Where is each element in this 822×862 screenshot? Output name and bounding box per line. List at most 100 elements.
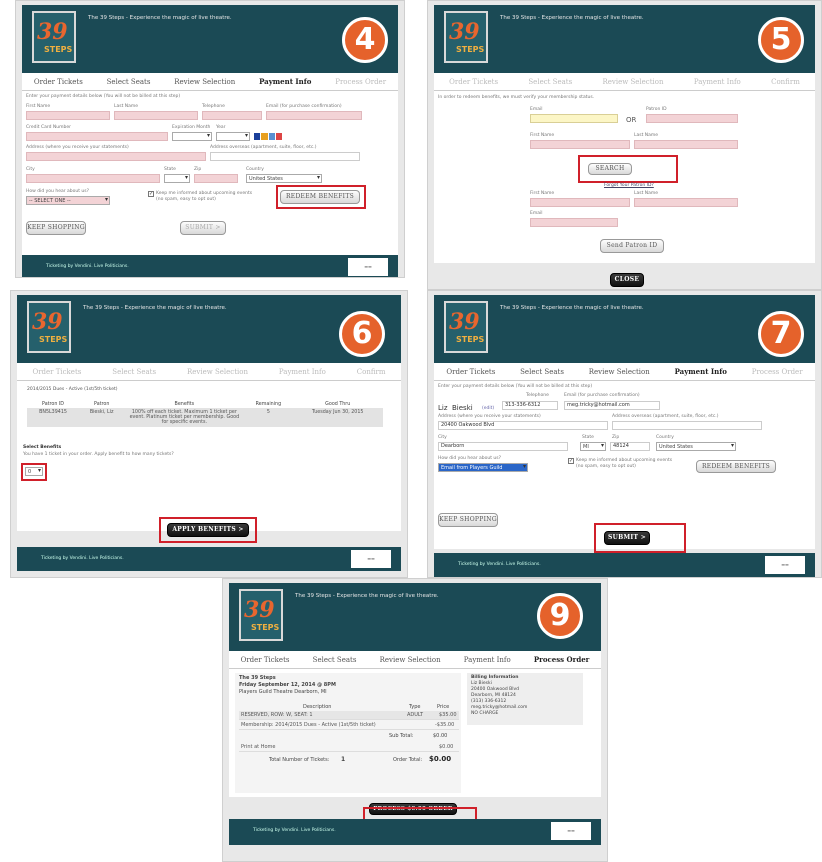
show-date: Friday September 12, 2014 @ 8PM [239, 682, 336, 688]
tab-payment-info[interactable]: Payment Info [675, 367, 727, 376]
benefits-table: Patron ID Patron Benefits Remaining Good… [27, 401, 383, 427]
tab-review-selection[interactable]: Review Selection [589, 368, 650, 376]
first-name-label: First Name [26, 104, 51, 109]
tab-review-selection[interactable]: Review Selection [174, 78, 235, 86]
country-select[interactable]: United States [656, 442, 736, 451]
forgot-last-name-field[interactable] [634, 198, 738, 207]
tab-order-tickets[interactable]: Order Tickets [34, 78, 83, 86]
logo: 39 STEPS [239, 589, 283, 641]
lookup-first-name-field[interactable] [530, 140, 630, 149]
card-number-field[interactable] [26, 132, 168, 141]
hear-select[interactable]: -- SELECT ONE -- [26, 196, 110, 205]
zip-field[interactable] [194, 174, 238, 183]
address2-field[interactable] [612, 421, 762, 430]
country-select[interactable]: United States [246, 174, 322, 183]
benefits-lookup: Order Tickets Select Seats Review Select… [434, 73, 815, 263]
telephone-field[interactable] [202, 111, 262, 120]
col-remaining: Remaining [255, 402, 282, 407]
tab-process-order[interactable]: Process Order [534, 655, 589, 664]
forgot-patron-id-link[interactable]: Forgot Your Patron ID? [604, 183, 654, 188]
billing-email: meg.tricky@hotmail.com [471, 705, 528, 710]
address-field[interactable]: 20400 Oakwood Blvd [438, 421, 608, 430]
exp-year-select[interactable] [216, 132, 250, 141]
keep-informed-checkbox[interactable]: ✓ [148, 191, 154, 197]
tagline: The 39 Steps - Experience the magic of l… [83, 305, 227, 311]
keep-informed-checkbox[interactable]: ✓ [568, 458, 574, 464]
step-number-badge: 7 [758, 311, 804, 357]
highlight-box [159, 517, 257, 543]
total-tickets-value: 1 [341, 756, 346, 763]
forgot-first-name-field[interactable] [530, 198, 630, 207]
tab-review-selection[interactable]: Review Selection [380, 656, 441, 664]
instructions: Enter your payment details below (You wi… [438, 384, 593, 389]
last-name-label: Last Name [634, 191, 659, 196]
redeem-benefits-button[interactable]: REDEEM BENEFITS [696, 460, 776, 473]
site-footer: Ticketing by Vendini. Live Politicians. … [22, 255, 398, 277]
tab-payment-info[interactable]: Payment Info [464, 656, 511, 664]
lookup-last-name-field[interactable] [634, 140, 738, 149]
address2-field[interactable] [210, 152, 360, 161]
city-field[interactable]: Dearborn [438, 442, 568, 451]
tab-select-seats[interactable]: Select Seats [313, 656, 357, 664]
last-name-label: Last Name [114, 104, 139, 109]
exp-month-select[interactable] [172, 132, 212, 141]
first-name-field[interactable] [26, 111, 110, 120]
vendor-logo: ▬▬ [765, 556, 805, 574]
forgot-email-field[interactable] [530, 218, 618, 227]
billing-phone: (313) 336-6312 [471, 699, 507, 704]
billing-charge: NO CHARGE [471, 711, 499, 716]
tab-select-seats: Select Seats [528, 77, 573, 86]
last-name-label: Last Name [634, 133, 659, 138]
first-name-value: Liz [438, 404, 448, 412]
telephone-field[interactable]: 313-336-6312 [502, 401, 558, 410]
tab-select-seats[interactable]: Select Seats [520, 368, 564, 376]
send-patron-id-button[interactable]: Send Patron ID [600, 239, 664, 253]
checkout-tabs: Order Tickets Select Seats Review Select… [22, 73, 398, 91]
tab-order-tickets: Order Tickets [32, 367, 82, 376]
zip-field[interactable]: 48124 [610, 442, 650, 451]
tab-select-seats[interactable]: Select Seats [107, 78, 151, 86]
order-total-label: Order Total: [393, 757, 423, 763]
instructions: Enter your payment details below (You wi… [26, 94, 181, 99]
tab-payment-info[interactable]: Payment Info [259, 77, 311, 86]
state-label: State [164, 167, 176, 172]
city-field[interactable] [26, 174, 160, 183]
telephone-label: Telephone [526, 393, 549, 398]
site-footer: Ticketing by Vendini. Live Politicians. … [434, 553, 815, 577]
highlight-box [276, 185, 366, 209]
patron-id-label: Patron ID [646, 107, 667, 112]
address-field[interactable] [26, 152, 206, 161]
tab-order-tickets[interactable]: Order Tickets [241, 656, 290, 664]
highlight-box [21, 463, 47, 481]
checkout-tabs: Order Tickets Select Seats Review Select… [17, 363, 401, 381]
keep-shopping-button[interactable]: KEEP SHOPPING [26, 221, 86, 235]
state-select[interactable]: MI [580, 442, 606, 451]
patron-id-field[interactable] [646, 114, 738, 123]
subtotal-value: $0.00 [433, 733, 448, 739]
tab-review-selection: Review Selection [187, 367, 248, 376]
state-select[interactable] [164, 174, 190, 183]
footer-text: Ticketing by Vendini. Live Politicians. [46, 264, 129, 269]
city-label: City [438, 435, 447, 440]
last-name-field[interactable] [114, 111, 198, 120]
tagline: The 39 Steps - Experience the magic of l… [88, 15, 232, 21]
hear-select[interactable]: Email from Players Guild [438, 463, 528, 472]
submit-button[interactable]: SUBMIT > [180, 221, 226, 235]
email-field[interactable] [266, 111, 362, 120]
close-button[interactable]: CLOSE [610, 273, 644, 287]
edit-name-link[interactable]: (edit) [482, 406, 494, 411]
col-benefits: Benefits [174, 402, 195, 407]
select-benefits-title: Select Benefits [23, 445, 62, 450]
email-field[interactable]: meg.tricky@hotmail.com [564, 401, 660, 410]
table-row: BN5L39415 Bieski, Liz 100% off each tick… [27, 408, 383, 427]
keep-shopping-button[interactable]: KEEP SHOPPING [438, 513, 498, 527]
tagline: The 39 Steps - Experience the magic of l… [295, 593, 439, 599]
tab-process-order: Process Order [751, 367, 803, 376]
hear-label: How did you hear about us? [438, 456, 501, 461]
billing-city: Dearborn, MI 48124 [471, 693, 516, 698]
state-label: State [582, 435, 594, 440]
lookup-email-field[interactable] [530, 114, 618, 123]
hear-label: How did you hear about us? [26, 189, 89, 194]
first-name-label: First Name [530, 191, 555, 196]
tab-order-tickets[interactable]: Order Tickets [446, 368, 495, 376]
